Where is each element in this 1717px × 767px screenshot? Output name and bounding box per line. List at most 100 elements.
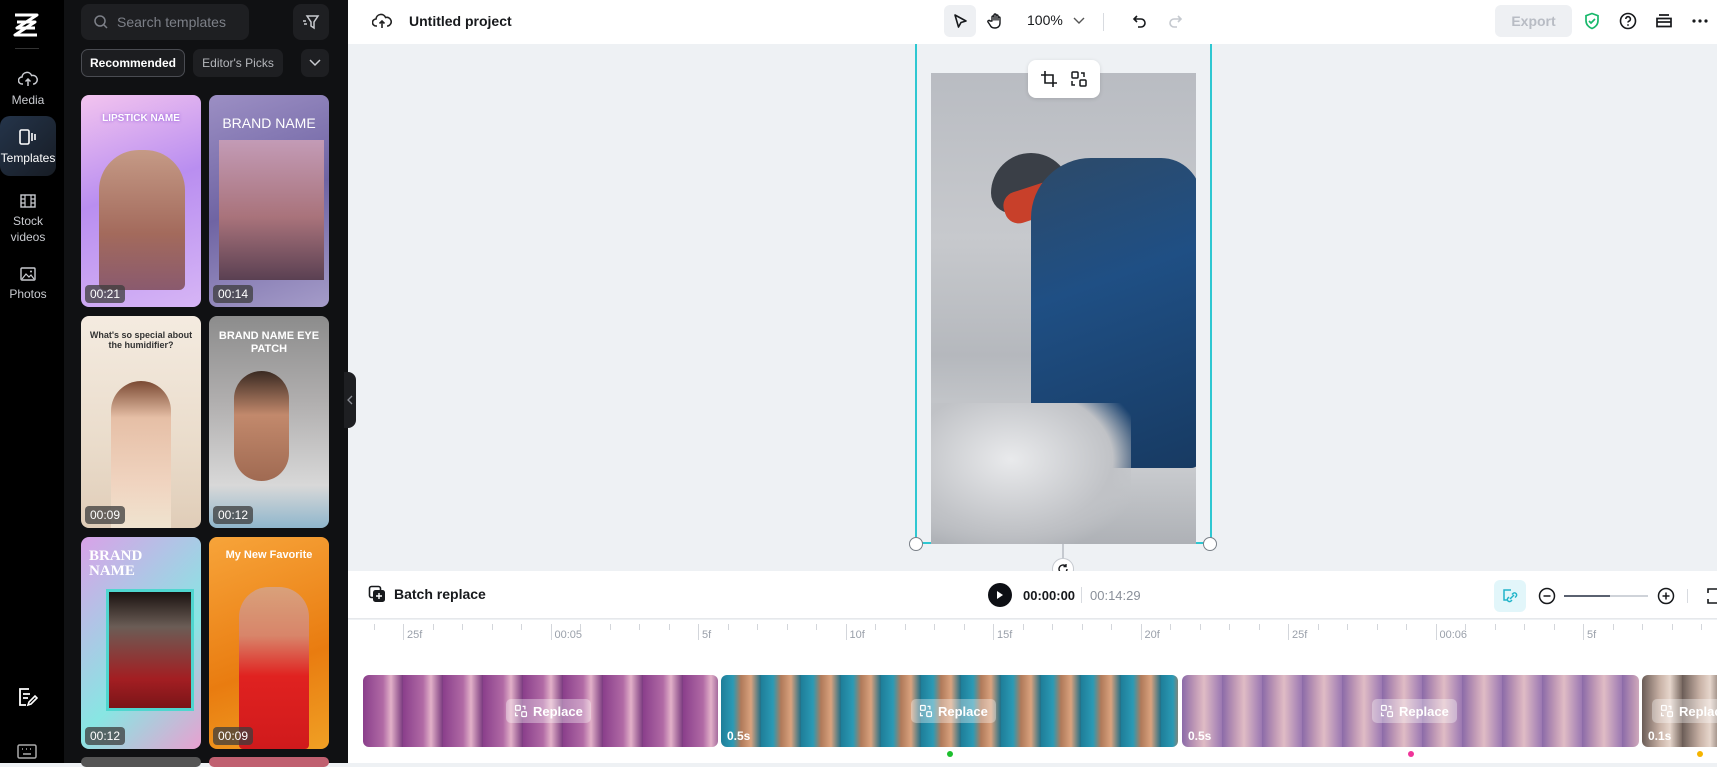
- select-tool-button[interactable]: [944, 5, 976, 37]
- timeline-clip[interactable]: Replace 0.5s: [721, 675, 1178, 747]
- play-button[interactable]: [988, 583, 1012, 607]
- ruler-label: 15f: [997, 629, 1013, 641]
- template-card[interactable]: BRAND NAME EYE PATCH 00:12: [209, 316, 329, 528]
- zoom-in-icon[interactable]: [1657, 587, 1675, 605]
- replace-button[interactable]: Replace: [1372, 699, 1457, 723]
- timeline-clip[interactable]: Replace 0.5s: [1182, 675, 1639, 747]
- ruler-tick: [1347, 624, 1348, 630]
- zoom-out-icon[interactable]: [1538, 587, 1556, 605]
- ruler-label: 5f: [702, 629, 712, 641]
- template-duration: 00:14: [213, 285, 254, 303]
- template-title: BRAND NAME EYE PATCH: [218, 330, 320, 355]
- template-card[interactable]: BRAND NAME 00:12: [81, 537, 201, 749]
- help-button[interactable]: [1612, 5, 1644, 37]
- rail-label: Stock videos: [10, 214, 46, 244]
- capcut-logo[interactable]: [12, 12, 40, 38]
- replace-label: Replace: [938, 703, 988, 719]
- chip-editors-picks[interactable]: Editor's Picks: [193, 49, 283, 77]
- rail-label: Photos: [9, 287, 47, 301]
- template-card[interactable]: LIPSTICK NAME 00:21: [81, 95, 201, 307]
- ruler-tick: [816, 624, 817, 630]
- marker-dot-pink: [1408, 751, 1414, 757]
- layers-button[interactable]: [1648, 5, 1680, 37]
- search-input[interactable]: Search templates: [81, 4, 249, 40]
- batch-replace-button[interactable]: Batch replace: [368, 585, 486, 603]
- marker-dot-green: [947, 751, 953, 757]
- resize-handle-bottom-right[interactable]: [1203, 537, 1217, 551]
- zoom-select[interactable]: 100%: [1027, 12, 1085, 28]
- fullscreen-icon[interactable]: [1706, 587, 1717, 605]
- timeline-ruler[interactable]: 25f 00:05 5f 10f 15f 20f 25f 00:06 5f: [348, 620, 1717, 658]
- undo-icon: [1132, 15, 1146, 28]
- replace-button[interactable]: Replace: [506, 699, 591, 723]
- rail-item-media[interactable]: Media: [0, 70, 56, 110]
- batch-replace-icon: [368, 585, 385, 602]
- rail-item-templates[interactable]: Templates: [0, 116, 56, 176]
- filter-icon: [303, 15, 320, 30]
- project-title[interactable]: Untitled project: [409, 13, 512, 29]
- ruler-tick: [698, 624, 699, 640]
- template-card[interactable]: What's so special about the humidifier? …: [81, 316, 201, 528]
- more-categories-button[interactable]: [301, 49, 329, 77]
- ruler-label: 25f: [407, 629, 423, 641]
- export-button[interactable]: Export: [1495, 5, 1572, 37]
- rotate-handle[interactable]: [1052, 558, 1074, 571]
- template-card[interactable]: [81, 757, 201, 767]
- link-toggle-button[interactable]: [1494, 580, 1526, 612]
- template-card[interactable]: My New Favorite 00:09: [209, 537, 329, 749]
- rotate-stem: [1062, 544, 1064, 558]
- undo-button[interactable]: [1124, 5, 1156, 37]
- replace-icon[interactable]: [1070, 70, 1088, 88]
- batch-replace-label: Batch replace: [394, 586, 486, 602]
- ruler-tick: [786, 624, 788, 630]
- ruler-label: 10f: [849, 629, 865, 641]
- ruler-tick: [934, 624, 935, 630]
- template-card[interactable]: [209, 757, 329, 767]
- hand-tool-button[interactable]: [980, 5, 1012, 37]
- template-title: BRAND NAME: [89, 548, 143, 579]
- current-time: 00:00:00: [1023, 588, 1076, 603]
- ruler-tick: [1406, 624, 1407, 630]
- ruler-tick: [521, 624, 522, 630]
- more-button[interactable]: [1684, 5, 1716, 37]
- ruler-tick: [1642, 624, 1643, 630]
- ruler-tick: [993, 624, 994, 640]
- replace-icon: [514, 704, 528, 718]
- template-thumbnail: [234, 371, 289, 481]
- replace-button[interactable]: Replac: [1652, 699, 1717, 723]
- ruler-tick: [727, 624, 729, 630]
- templates-icon: [19, 129, 36, 145]
- filter-button[interactable]: [293, 4, 329, 40]
- preview-snow-spray: [931, 403, 1131, 544]
- edit-notes-icon[interactable]: [16, 686, 38, 708]
- ruler-tick: [1229, 624, 1230, 630]
- chevron-down-icon: [309, 59, 321, 67]
- resize-handle-bottom-left[interactable]: [909, 537, 923, 551]
- security-button[interactable]: [1576, 5, 1608, 37]
- template-thumbnail: [106, 589, 194, 711]
- timeline-clip[interactable]: Replac 0.1s: [1642, 675, 1717, 747]
- redo-button[interactable]: [1159, 5, 1191, 37]
- rail-item-photos[interactable]: Photos: [0, 266, 56, 306]
- replace-button[interactable]: Replace: [911, 699, 996, 723]
- template-card[interactable]: BRAND NAME 00:14: [209, 95, 329, 307]
- video-preview[interactable]: [931, 73, 1196, 544]
- rail-label: Media: [11, 93, 45, 107]
- keyboard-icon[interactable]: [16, 740, 38, 762]
- cloud-upload-icon: [18, 71, 38, 86]
- crop-icon[interactable]: [1040, 70, 1058, 88]
- zoom-slider[interactable]: [1564, 595, 1648, 597]
- cloud-save-icon[interactable]: [372, 12, 392, 30]
- chip-recommended[interactable]: Recommended: [81, 49, 185, 77]
- left-rail: Media Templates Stock videos Photos: [0, 0, 64, 763]
- timeline-clip[interactable]: Replace: [363, 675, 718, 747]
- rail-item-stock-videos[interactable]: Stock videos: [0, 193, 56, 244]
- chevron-left-icon: [347, 395, 353, 405]
- search-icon: [94, 15, 108, 29]
- time-divider: [1081, 587, 1082, 603]
- collapse-panel-button[interactable]: [344, 372, 356, 428]
- cursor-icon: [954, 14, 967, 28]
- template-duration: 00:09: [85, 506, 126, 524]
- template-title: BRAND NAME: [222, 115, 316, 131]
- replace-label: Replac: [1679, 703, 1717, 719]
